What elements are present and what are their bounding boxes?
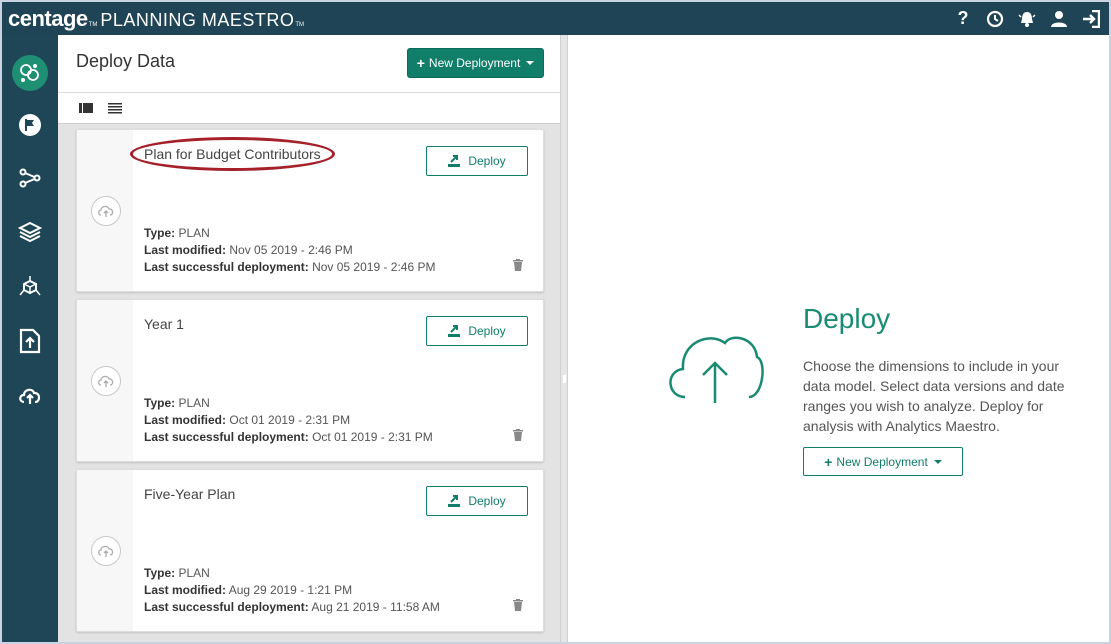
card-modified: Last modified: Oct 01 2019 - 2:31 PM [144,413,350,427]
nav-layers[interactable] [2,212,58,252]
modified-value: Nov 05 2019 - 2:46 PM [229,243,353,257]
help-label: ? [957,8,969,28]
success-value: Nov 05 2019 - 2:46 PM [312,260,436,274]
card-type: Type: PLAN [144,226,210,240]
history-icon[interactable] [985,9,1005,29]
deploy-label: Deploy [468,494,506,508]
deployment-card[interactable]: Five-Year Plan Deploy Type: PLAN Last mo… [76,469,544,632]
card-cloud-icon [91,196,121,226]
nav-home[interactable] [2,53,58,93]
top-bar: centage TM PLANNING MAESTRO TM ? [2,2,1109,35]
card-cloud-icon [91,366,121,396]
product-trademark: TM [295,21,305,28]
card-type: Type: PLAN [144,566,210,580]
cloud-upload-icon [19,388,41,404]
nav-flag[interactable] [2,105,58,145]
type-label: Type: [144,226,176,240]
card-cloud-icon [91,536,121,566]
plus-icon: + [824,453,833,470]
deploy-icon [448,325,461,337]
card-title[interactable]: Five-Year Plan [144,486,235,502]
modified-label: Last modified: [144,413,227,427]
nav-deploy[interactable] [2,375,58,415]
card-success: Last successful deployment: Nov 05 2019 … [144,260,435,274]
success-label: Last successful deployment: [144,260,309,274]
type-value: PLAN [178,566,210,580]
card-type: Type: PLAN [144,396,210,410]
file-upload-icon [19,328,41,354]
modified-label: Last modified: [144,583,227,597]
deploy-icon [448,155,461,167]
card-title[interactable]: Plan for Budget Contributors [144,146,321,162]
deploy-detail-panel: Deploy Choose the dimensions to include … [568,35,1109,642]
deploy-icon [448,495,461,507]
success-label: Last successful deployment: [144,600,309,614]
app-window: centage TM PLANNING MAESTRO TM ? Deploy … [2,2,1109,642]
new-deployment-label: New Deployment [428,56,521,70]
alerts-icon[interactable] [1017,9,1037,29]
logout-icon[interactable] [1081,9,1101,29]
deploy-description: Choose the dimensions to include in your… [803,358,1065,434]
grid-view-icon[interactable] [79,101,93,115]
product-name: PLANNING MAESTRO [100,9,295,30]
deploy-label: Deploy [468,154,506,168]
deployment-list-pane: Deploy Data + New Deployment Plan for Bu… [58,35,560,642]
nav-upload-file[interactable] [2,321,58,361]
success-value: Oct 01 2019 - 2:31 PM [312,430,433,444]
new-deployment-button[interactable]: + New Deployment [407,48,544,78]
card-success: Last successful deployment: Aug 21 2019 … [144,600,440,614]
nodes-icon [19,168,41,188]
deployment-card[interactable]: Plan for Budget Contributors Deploy Type… [76,129,544,292]
page-title: Deploy Data [76,51,176,71]
deployment-card[interactable]: Year 1 Deploy Type: PLAN Last modified: … [76,299,544,462]
deploy-button[interactable]: Deploy [426,486,528,516]
success-value: Aug 21 2019 - 11:58 AM [311,600,440,614]
card-title[interactable]: Year 1 [144,316,184,332]
splitter-grip [563,375,566,383]
list-view-icon[interactable] [108,101,122,115]
list-header: Deploy Data + New Deployment [58,35,560,93]
modified-label: Last modified: [144,243,227,257]
deploy-heading: Deploy [803,303,891,334]
layers-icon [17,221,43,243]
brand-logo: centage [8,5,88,31]
deploy-button[interactable]: Deploy [426,146,528,176]
top-icons: ? [953,2,1101,35]
card-modified: Last modified: Nov 05 2019 - 2:46 PM [144,243,353,257]
deploy-label: Deploy [468,324,506,338]
pane-splitter[interactable] [560,35,568,642]
trash-icon[interactable] [512,599,524,611]
type-value: PLAN [178,226,210,240]
new-deployment-label: New Deployment [836,454,928,469]
modified-value: Aug 29 2019 - 1:21 PM [228,583,353,597]
type-label: Type: [144,566,176,580]
nav-workflow[interactable] [2,158,58,198]
trash-icon[interactable] [512,429,524,441]
caret-down-icon [933,459,942,464]
nav-model[interactable] [2,267,58,307]
brand[interactable]: centage TM PLANNING MAESTRO TM [8,6,307,32]
user-icon[interactable] [1049,9,1069,29]
cube-network-icon [19,276,41,296]
logo-trademark: TM [88,21,98,28]
left-nav [2,35,58,642]
card-modified: Last modified: Aug 29 2019 - 1:21 PM [144,583,352,597]
plus-icon: + [416,55,425,71]
card-success: Last successful deployment: Oct 01 2019 … [144,430,433,444]
trash-icon[interactable] [512,259,524,271]
circles-logo-icon [12,55,48,91]
deploy-button[interactable]: Deploy [426,316,528,346]
success-label: Last successful deployment: [144,430,309,444]
modified-value: Oct 01 2019 - 2:31 PM [229,413,351,427]
caret-down-icon [526,61,535,65]
cloud-upload-icon [669,336,764,403]
type-label: Type: [144,396,176,410]
flag-icon [19,114,41,136]
view-toolbar [58,93,560,124]
new-deployment-button-secondary[interactable]: + New Deployment [803,447,963,476]
help-icon[interactable]: ? [953,8,973,29]
type-value: PLAN [178,396,210,410]
